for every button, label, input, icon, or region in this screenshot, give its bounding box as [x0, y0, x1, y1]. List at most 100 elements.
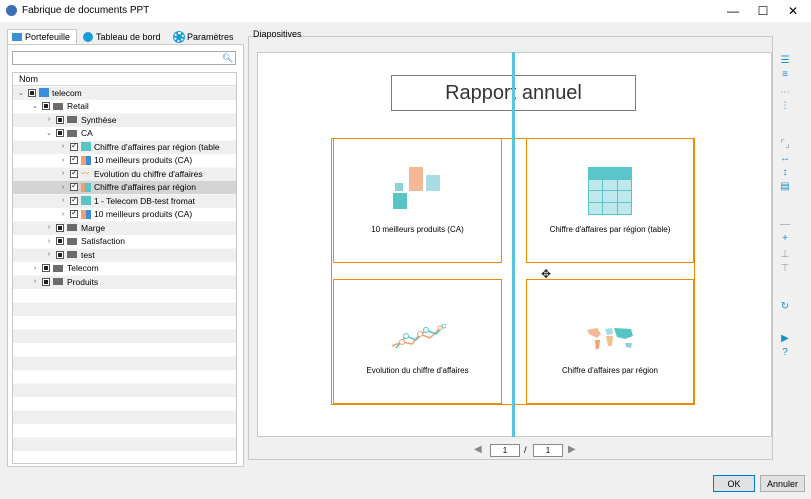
checkbox[interactable]: [56, 223, 64, 232]
tree-row[interactable]: › Marge: [13, 221, 236, 235]
play-icon[interactable]: ▶: [778, 332, 792, 346]
tree-row[interactable]: › Produits: [13, 275, 236, 289]
chevron-right-icon[interactable]: ›: [45, 116, 53, 123]
page-separator: /: [524, 445, 527, 455]
tree-row[interactable]: › Telecom: [13, 262, 236, 276]
folder-icon: [53, 264, 63, 272]
chevron-right-icon[interactable]: ›: [45, 224, 53, 231]
chevron-right-icon[interactable]: ›: [59, 157, 67, 164]
chevron-right-icon[interactable]: ›: [59, 184, 67, 191]
tree-row[interactable]: › 〰 Evolution du chiffre d'affaires: [13, 167, 236, 181]
tree-row[interactable]: › Satisfaction: [13, 235, 236, 249]
dashboard-icon: [83, 31, 93, 42]
gear-icon: [174, 31, 184, 42]
table-icon: [81, 196, 91, 206]
tree-row-selected[interactable]: › Chiffre d'affaires par région: [13, 180, 236, 194]
bar-chart-icon: [392, 167, 440, 209]
folder-icon: [67, 224, 77, 232]
fit-frame-icon[interactable]: ⌜⌟: [778, 138, 792, 152]
checkbox[interactable]: [70, 181, 78, 192]
align-text-icon[interactable]: ☰: [778, 54, 792, 68]
checkbox[interactable]: [56, 115, 64, 124]
prev-slide-icon[interactable]: ◀: [474, 444, 482, 455]
folder-icon: [67, 129, 77, 137]
checkbox[interactable]: [70, 208, 78, 219]
cancel-button[interactable]: Annuler: [760, 475, 805, 492]
bar-chart-icon: [81, 209, 91, 219]
folder-icon: [53, 278, 63, 286]
total-pages-field: 1: [533, 444, 563, 457]
tree-row[interactable]: › 10 meilleurs produits (CA): [13, 208, 236, 222]
guide-line[interactable]: [512, 52, 515, 437]
checkbox[interactable]: [70, 195, 78, 205]
distribute-icon[interactable]: ▤: [778, 180, 792, 194]
tree-row[interactable]: › Synthèse: [13, 113, 236, 127]
tree-row[interactable]: ⌄ telecom: [13, 86, 236, 100]
chevron-down-icon[interactable]: ⌄: [17, 89, 25, 97]
bar-chart-icon: [81, 155, 91, 165]
slide-cell-top-right[interactable]: Chiffre d'affaires par région (table): [526, 138, 694, 263]
minimize-button[interactable]: —: [718, 0, 748, 22]
fit-width-icon[interactable]: ↔: [778, 152, 792, 166]
tree-row[interactable]: › test: [13, 248, 236, 262]
checkbox[interactable]: [28, 88, 36, 97]
checkbox[interactable]: [56, 129, 64, 138]
tab-portefeuille[interactable]: Portefeuille: [7, 29, 77, 44]
maximize-button[interactable]: ☐: [748, 0, 778, 22]
close-button[interactable]: ✕: [778, 0, 808, 22]
chevron-right-icon[interactable]: ›: [45, 251, 53, 258]
chevron-right-icon[interactable]: ›: [59, 170, 67, 177]
current-page-field[interactable]: 1: [490, 444, 520, 457]
tree-row[interactable]: ⌄ CA: [13, 127, 236, 141]
checkbox[interactable]: [42, 277, 50, 286]
help-icon[interactable]: ?: [778, 346, 792, 360]
folder-icon: [67, 116, 77, 124]
align-center-icon[interactable]: ≡: [778, 68, 792, 82]
tab-tableau-de-bord[interactable]: Tableau de bord: [79, 29, 171, 44]
chevron-right-icon[interactable]: ›: [59, 197, 67, 204]
slide-cell-bottom-left[interactable]: Evolution du chiffre d'affaires: [333, 279, 502, 404]
add-icon[interactable]: +: [778, 232, 792, 246]
chevron-down-icon[interactable]: ⌄: [45, 129, 53, 137]
title-bar: Fabrique de documents PPT — ☐ ✕: [0, 0, 811, 22]
chevron-right-icon[interactable]: ›: [31, 265, 39, 272]
slide-cell-top-left[interactable]: 10 meilleurs produits (CA): [333, 138, 502, 263]
world-map-icon: [587, 328, 633, 350]
tree-view: Nom ⌄ telecom ⌄ Retail › Synthèse ⌄ CA ›…: [12, 72, 237, 464]
tab-parametres[interactable]: Paramètres: [170, 29, 242, 44]
checkbox[interactable]: [42, 264, 50, 273]
slide-pager: ◀ 1 / 1 ▶: [474, 444, 584, 458]
split-down-icon[interactable]: ⊤: [778, 262, 792, 276]
checkbox[interactable]: [56, 237, 64, 246]
rotate-icon[interactable]: ↻: [778, 300, 792, 314]
checkbox[interactable]: [70, 141, 78, 151]
tree-row[interactable]: › Chiffre d'affaires par région (table: [13, 140, 236, 154]
checkbox[interactable]: [70, 168, 78, 178]
chevron-down-icon[interactable]: ⌄: [31, 102, 39, 110]
chevron-right-icon[interactable]: ›: [59, 143, 67, 150]
remove-icon[interactable]: —: [778, 218, 792, 232]
chevron-right-icon[interactable]: ›: [31, 278, 39, 285]
window-title: Fabrique de documents PPT: [22, 5, 150, 16]
slide-cell-bottom-right[interactable]: Chiffre d'affaires par région: [526, 279, 694, 404]
align-top-icon[interactable]: ⋯: [778, 86, 792, 100]
tree-header-nom[interactable]: Nom: [13, 73, 236, 86]
tree-row[interactable]: › 1 - Telecom DB-test fromat: [13, 194, 236, 208]
tree-row[interactable]: › 10 meilleurs produits (CA): [13, 154, 236, 168]
checkbox[interactable]: [42, 102, 50, 111]
chevron-right-icon[interactable]: ›: [59, 211, 67, 218]
split-up-icon[interactable]: ⊥: [778, 248, 792, 262]
search-icon[interactable]: 🔍︎: [222, 53, 233, 63]
ok-button[interactable]: OK: [713, 475, 755, 492]
portfolio-icon: [12, 33, 22, 41]
tree-row[interactable]: ⌄ Retail: [13, 100, 236, 114]
checkbox[interactable]: [70, 154, 78, 165]
next-slide-icon[interactable]: ▶: [568, 444, 576, 455]
fit-height-icon[interactable]: ↕: [778, 166, 792, 180]
checkbox[interactable]: [56, 250, 64, 259]
slides-label: Diapositives: [253, 29, 302, 39]
folder-icon: [67, 251, 77, 259]
align-bottom-icon[interactable]: ⫶: [778, 100, 792, 114]
search-input[interactable]: [12, 51, 236, 65]
chevron-right-icon[interactable]: ›: [45, 238, 53, 245]
